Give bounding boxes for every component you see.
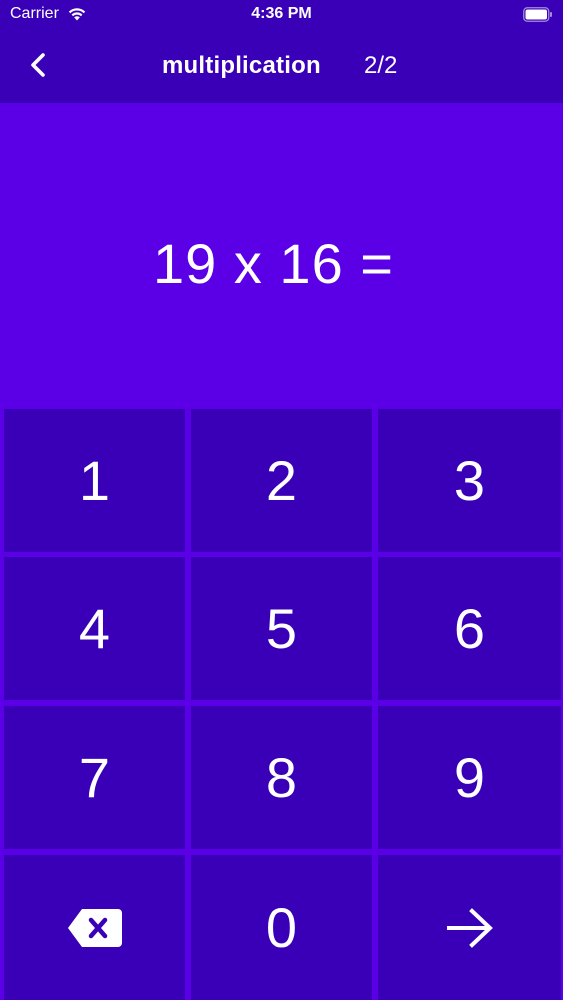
chevron-left-icon [31,53,45,77]
key-7[interactable]: 7 [4,706,185,849]
key-5[interactable]: 5 [191,557,372,700]
back-button[interactable] [24,50,54,80]
number-keypad: 1 2 3 4 5 6 7 8 9 0 [0,409,563,1000]
navigation-bar: multiplication 2/2 [0,30,563,103]
status-bar: Carrier 4:36 PM [0,0,563,30]
arrow-right-icon [446,907,493,948]
key-3[interactable]: 3 [378,409,561,552]
key-2[interactable]: 2 [191,409,372,552]
question-panel: 19 x 16 = [0,103,563,409]
nav-title: multiplication [162,52,321,79]
key-0[interactable]: 0 [191,855,372,1000]
key-8[interactable]: 8 [191,706,372,849]
status-time: 4:36 PM [251,5,312,22]
key-9[interactable]: 9 [378,706,561,849]
key-1[interactable]: 1 [4,409,185,552]
backspace-button[interactable] [4,855,185,1000]
question-expression: 19 x 16 = [153,232,394,295]
submit-button[interactable] [378,855,561,1000]
key-6[interactable]: 6 [378,557,561,700]
question-progress: 2/2 [364,52,398,79]
key-4[interactable]: 4 [4,557,185,700]
top-bar: Carrier 4:36 PM multiplication 2/2 [0,0,563,103]
backspace-icon [67,908,122,947]
battery-icon [523,7,552,22]
